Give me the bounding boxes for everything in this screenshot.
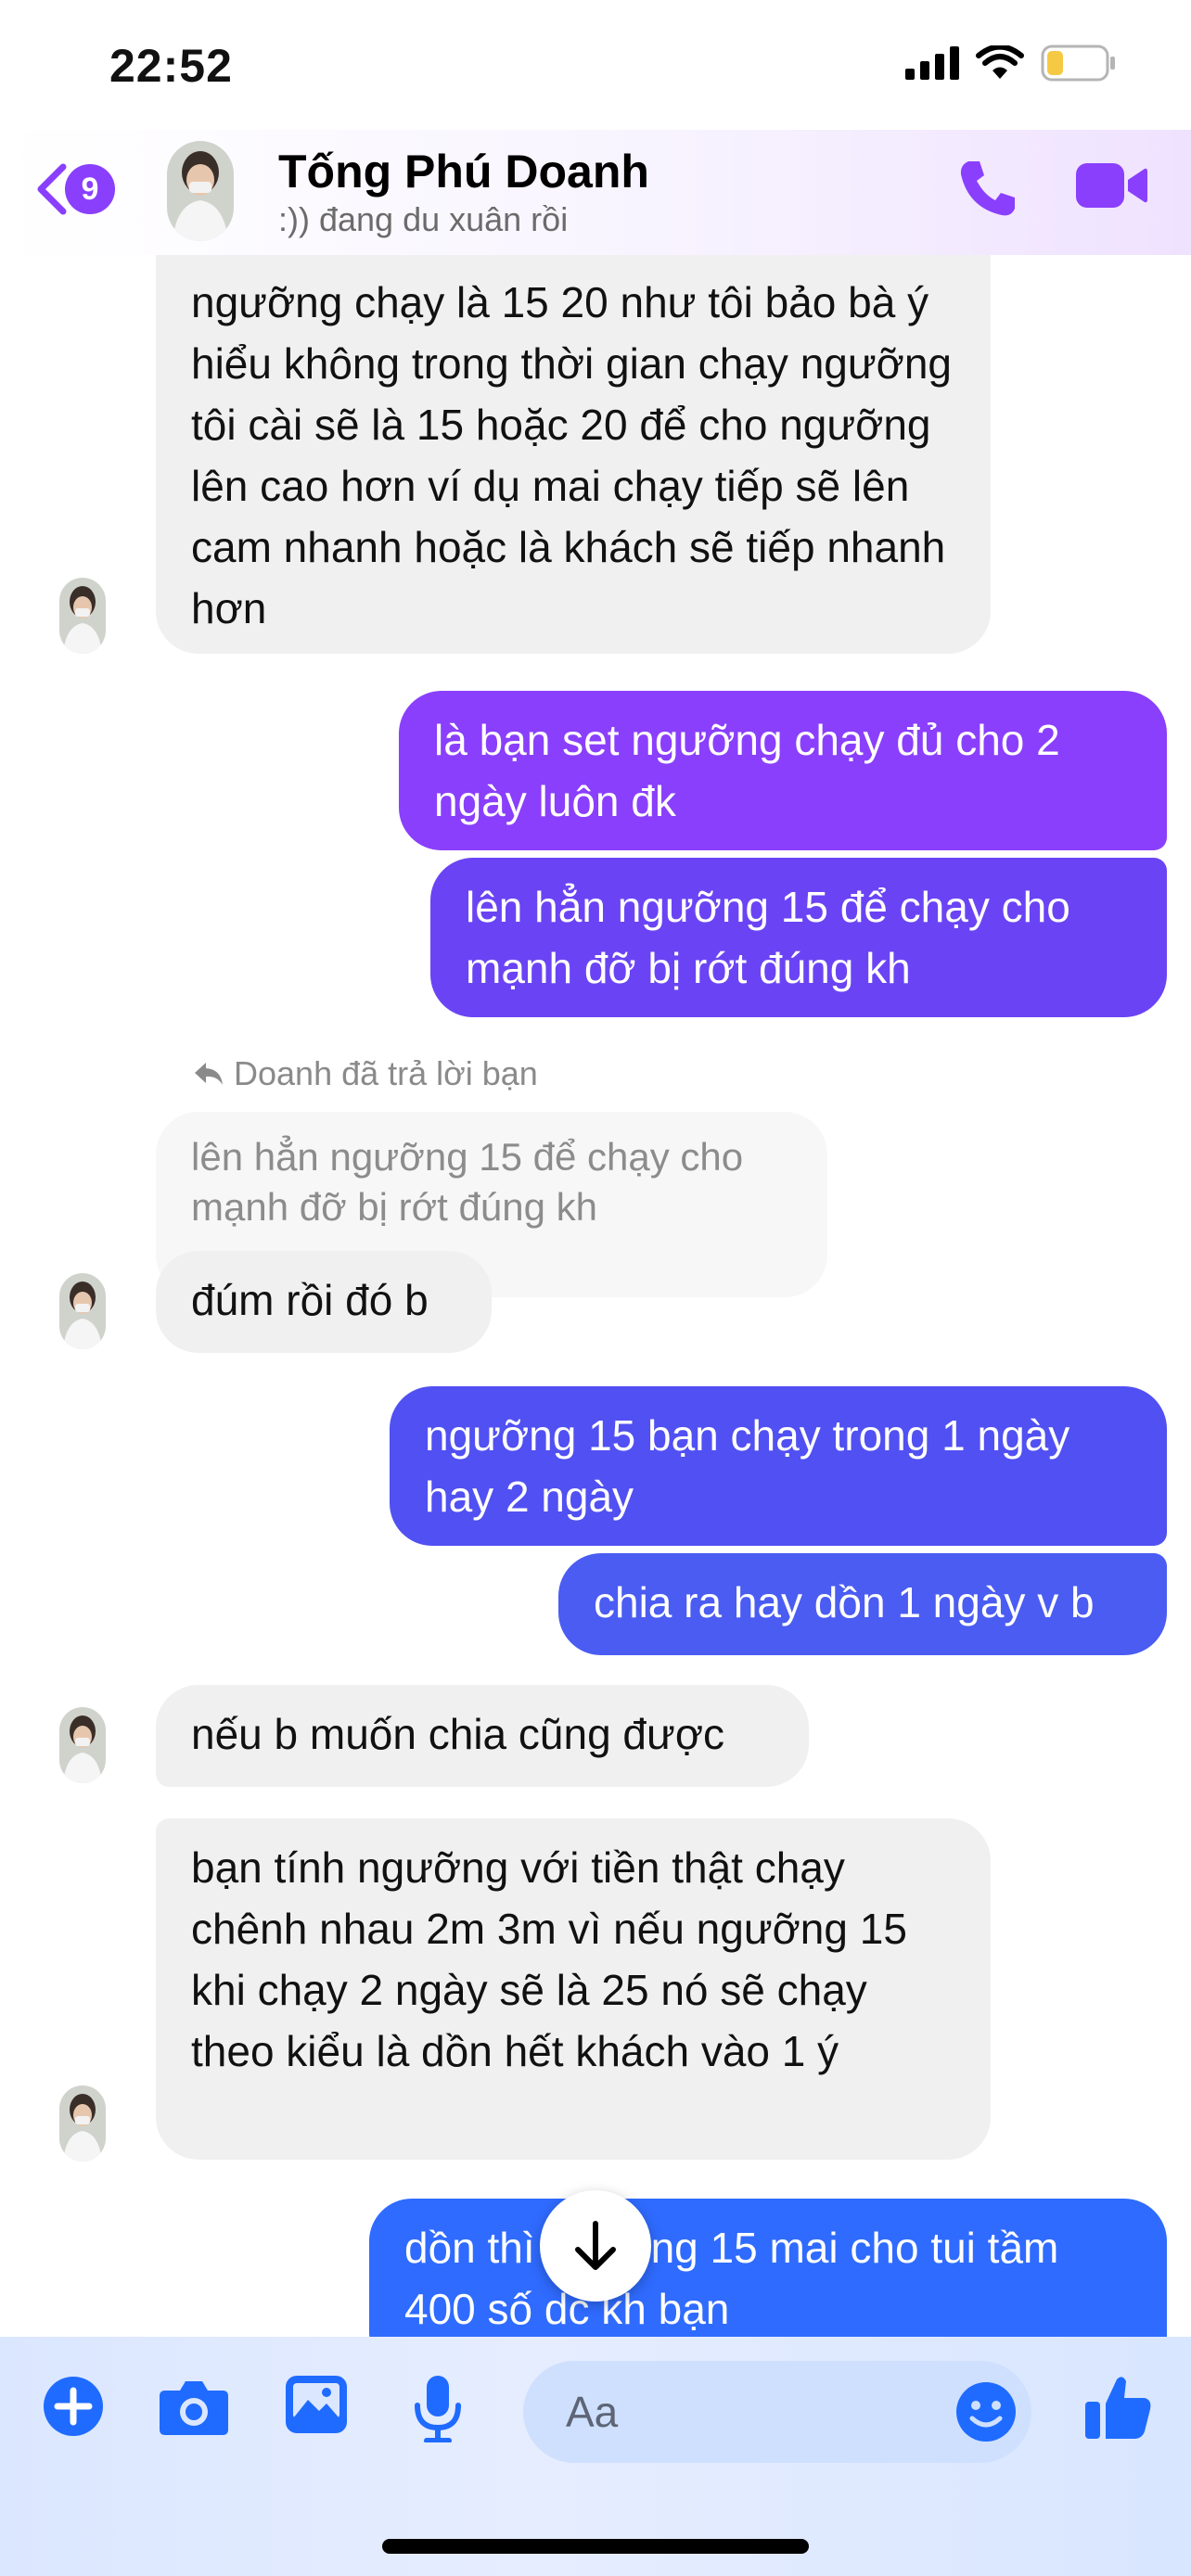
- incoming-message-bubble[interactable]: đúm rồi đó b: [156, 1251, 492, 1353]
- camera-icon: [160, 2381, 228, 2435]
- outgoing-message-bubble[interactable]: lên hẳn ngưỡng 15 để chạy cho mạnh đỡ bị…: [430, 858, 1167, 1017]
- phone-icon: [960, 161, 1015, 216]
- contact-avatar[interactable]: [167, 141, 234, 241]
- outgoing-message-bubble[interactable]: ngưỡng 15 bạn chạy trong 1 ngày hay 2 ng…: [390, 1386, 1167, 1546]
- thumbs-up-icon: [1085, 2377, 1151, 2439]
- plus-circle-icon: [44, 2377, 103, 2436]
- signal-icon: [905, 46, 959, 80]
- outgoing-message-bubble[interactable]: chia ra hay dồn 1 ngày v b: [558, 1553, 1167, 1655]
- voice-message-button[interactable]: [412, 2374, 464, 2447]
- message-composer: Aa: [0, 2337, 1191, 2576]
- clock-time: 22:52: [109, 40, 233, 92]
- battery-icon: [1041, 45, 1115, 82]
- video-camera-icon: [1076, 163, 1147, 208]
- camera-button[interactable]: [158, 2374, 230, 2443]
- gallery-button[interactable]: [284, 2374, 349, 2440]
- reply-label-text: Doanh đã trả lời bạn: [234, 1054, 538, 1092]
- sender-avatar[interactable]: [59, 1273, 106, 1349]
- back-button[interactable]: 9: [33, 161, 115, 217]
- status-bar: 22:52: [0, 0, 1191, 130]
- add-button[interactable]: [41, 2374, 106, 2443]
- smiley-icon: [956, 2382, 1016, 2442]
- message-text: bạn tính ngưỡng với tiền thật chạy chênh…: [191, 1843, 907, 2075]
- voice-call-button[interactable]: [955, 156, 1020, 225]
- scroll-to-bottom-button[interactable]: [540, 2190, 651, 2302]
- reply-arrow-icon: [195, 1063, 223, 1085]
- sender-avatar[interactable]: [59, 578, 106, 654]
- reply-indicator: Doanh đã trả lời bạn: [193, 1054, 538, 1093]
- microphone-icon: [415, 2376, 461, 2443]
- incoming-message-bubble[interactable]: ngưỡng chạy là 15 20 như tôi bảo bà ý hi…: [156, 255, 991, 654]
- message-text: lên hẳn ngưỡng 15 để chạy cho mạnh đỡ bị…: [466, 883, 1070, 992]
- emoji-button[interactable]: [954, 2379, 1018, 2449]
- chat-header: 9 Tống Phú Doanh :)) đang du xuân rồi: [0, 130, 1191, 255]
- message-input-placeholder: Aa: [566, 2388, 619, 2436]
- wifi-icon: [976, 45, 1024, 79]
- message-text: ngưỡng chạy là 15 20 như tôi bảo bà ý hi…: [191, 278, 953, 632]
- status-icons: [905, 45, 1117, 82]
- like-button[interactable]: [1083, 2372, 1154, 2447]
- message-text: ngưỡng 15 bạn chạy trong 1 ngày hay 2 ng…: [425, 1411, 1070, 1521]
- incoming-message-bubble[interactable]: nếu b muốn chia cũng được: [156, 1685, 809, 1787]
- outgoing-message-bubble[interactable]: dồn thì ngưỡng 15 mai cho tui tầm 400 số…: [369, 2199, 1167, 2337]
- unread-count-badge: 9: [65, 164, 115, 214]
- arrow-down-icon: [575, 2221, 616, 2270]
- sender-avatar[interactable]: [59, 2085, 106, 2162]
- quoted-text: lên hẳn ngưỡng 15 để chạy cho mạnh đỡ bị…: [191, 1135, 744, 1229]
- message-list[interactable]: ngưỡng chạy là 15 20 như tôi bảo bà ý hi…: [0, 255, 1191, 2337]
- message-input[interactable]: Aa: [523, 2361, 1031, 2463]
- incoming-message-bubble[interactable]: bạn tính ngưỡng với tiền thật chạy chênh…: [156, 1818, 991, 2160]
- contact-name[interactable]: Tống Phú Doanh: [278, 145, 649, 198]
- message-text: là bạn set ngưỡng chạy đủ cho 2 ngày luô…: [434, 716, 1060, 825]
- message-text: nếu b muốn chia cũng được: [191, 1710, 724, 1758]
- message-text: chia ra hay dồn 1 ngày v b: [594, 1578, 1095, 1626]
- sender-avatar[interactable]: [59, 1707, 106, 1783]
- message-text: dồn thì ngưỡng 15 mai cho tui tầm 400 số…: [404, 2224, 1059, 2333]
- video-call-button[interactable]: [1074, 158, 1148, 218]
- image-icon: [286, 2376, 347, 2433]
- message-text: đúm rồi đó b: [191, 1276, 429, 1324]
- home-indicator: [382, 2539, 809, 2554]
- outgoing-message-bubble[interactable]: là bạn set ngưỡng chạy đủ cho 2 ngày luô…: [399, 691, 1167, 850]
- contact-status: :)) đang du xuân rồi: [278, 200, 569, 238]
